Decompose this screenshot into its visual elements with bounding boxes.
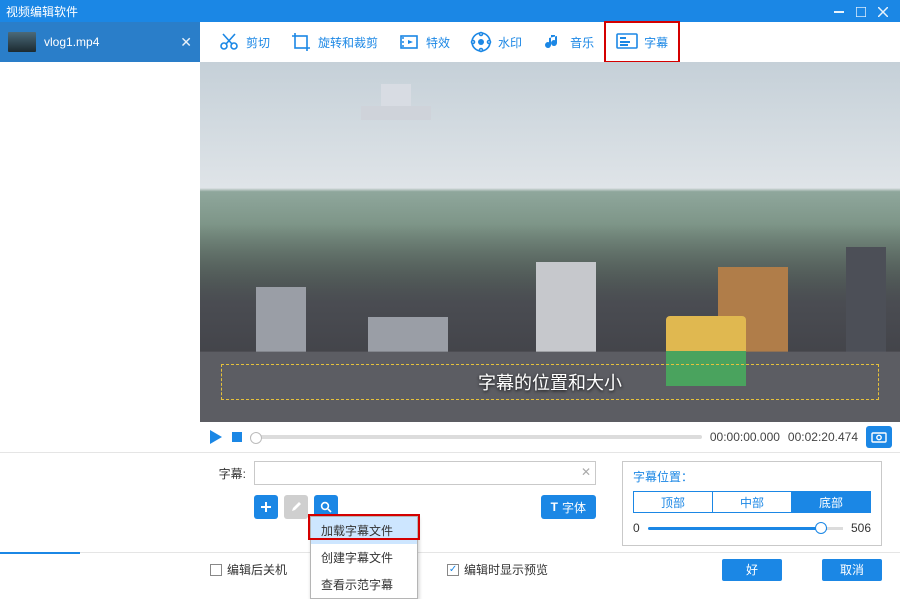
- slider-knob[interactable]: [815, 522, 827, 534]
- position-bottom[interactable]: 底部: [791, 492, 870, 512]
- menu-load-subtitle[interactable]: 加载字幕文件: [311, 517, 417, 544]
- menu-sample-subtitle[interactable]: 查看示范字幕: [311, 571, 417, 598]
- tab-subtitle-label: 字幕: [644, 34, 668, 51]
- window-title: 视频编辑软件: [6, 3, 828, 20]
- scissors-icon: [218, 31, 240, 53]
- position-top[interactable]: 顶部: [634, 492, 712, 512]
- tab-cut[interactable]: 剪切: [208, 22, 280, 62]
- tab-effect[interactable]: 特效: [388, 22, 460, 62]
- font-button-label: 字体: [562, 499, 586, 516]
- position-middle[interactable]: 中部: [712, 492, 791, 512]
- shutdown-after-edit-checkbox[interactable]: 编辑后关机: [210, 561, 287, 578]
- sidebar: vlog1.mp4 ✕: [0, 22, 200, 452]
- snapshot-button[interactable]: [866, 426, 892, 448]
- maximize-button[interactable]: [850, 4, 872, 18]
- file-thumb-icon: [8, 32, 36, 52]
- font-t-icon: T: [551, 500, 558, 514]
- subtitle-label: 字幕:: [210, 465, 246, 482]
- minimize-button[interactable]: [828, 4, 850, 18]
- title-bar: 视频编辑软件: [0, 0, 900, 22]
- active-tab-underline: [0, 552, 80, 554]
- player-bar: 00:00:00.000 00:02:20.474: [200, 422, 900, 452]
- tab-watermark-label: 水印: [498, 34, 522, 51]
- file-close-icon[interactable]: ✕: [180, 34, 192, 51]
- add-subtitle-menu: 加载字幕文件 创建字幕文件 查看示范字幕: [310, 516, 418, 599]
- end-time: 00:02:20.474: [788, 430, 858, 444]
- tab-watermark[interactable]: 水印: [460, 22, 532, 62]
- subtitle-region[interactable]: 字幕的位置和大小: [221, 364, 879, 400]
- position-legend: 字幕位置：: [633, 468, 871, 485]
- file-name: vlog1.mp4: [44, 35, 172, 49]
- preview-label: 编辑时显示预览: [464, 561, 548, 578]
- video-frame: 字幕的位置和大小: [200, 62, 900, 422]
- stop-button[interactable]: [232, 432, 242, 442]
- add-subtitle-button[interactable]: [254, 495, 278, 519]
- start-time: 00:00:00.000: [710, 430, 780, 444]
- show-preview-checkbox[interactable]: ✓ 编辑时显示预览: [447, 561, 548, 578]
- checkbox-icon: [210, 564, 222, 576]
- ok-button[interactable]: 好: [722, 559, 782, 581]
- file-tab[interactable]: vlog1.mp4 ✕: [0, 22, 200, 62]
- tab-cut-label: 剪切: [246, 34, 270, 51]
- preview-subtitle-text: 字幕的位置和大小: [478, 369, 622, 395]
- menu-create-subtitle[interactable]: 创建字幕文件: [311, 544, 417, 571]
- subtitle-file-input[interactable]: ✕: [254, 461, 596, 485]
- tab-rotate-crop[interactable]: 旋转和裁剪: [280, 22, 388, 62]
- progress-track[interactable]: [250, 435, 702, 439]
- subtitle-icon: [616, 31, 638, 53]
- edit-subtitle-button[interactable]: [284, 495, 308, 519]
- slider-value: 506: [851, 521, 871, 535]
- close-button[interactable]: [872, 4, 894, 18]
- font-button[interactable]: T 字体: [541, 495, 596, 519]
- music-icon: [542, 31, 564, 53]
- toolbar: 剪切 旋转和裁剪 特效 水印 音乐 字幕: [200, 22, 900, 62]
- slider-min: 0: [633, 521, 640, 535]
- play-button[interactable]: [208, 429, 224, 445]
- video-preview[interactable]: 字幕的位置和大小: [200, 62, 900, 422]
- tab-music[interactable]: 音乐: [532, 22, 604, 62]
- clear-input-icon[interactable]: ✕: [581, 465, 591, 479]
- shutdown-label: 编辑后关机: [227, 561, 287, 578]
- subtitle-position-group: 字幕位置： 顶部 中部 底部 0 506: [622, 461, 882, 546]
- footer-bar: 编辑后关机 ✓ 编辑时显示预览 好 取消: [0, 552, 900, 586]
- tab-subtitle[interactable]: 字幕: [604, 21, 680, 63]
- position-segmented: 顶部 中部 底部: [633, 491, 871, 513]
- position-slider[interactable]: [648, 527, 843, 530]
- crop-icon: [290, 31, 312, 53]
- cancel-button[interactable]: 取消: [822, 559, 882, 581]
- effect-icon: [398, 31, 420, 53]
- tab-rotate-crop-label: 旋转和裁剪: [318, 34, 378, 51]
- checkbox-checked-icon: ✓: [447, 564, 459, 576]
- tab-effect-label: 特效: [426, 34, 450, 51]
- tab-music-label: 音乐: [570, 34, 594, 51]
- watermark-icon: [470, 31, 492, 53]
